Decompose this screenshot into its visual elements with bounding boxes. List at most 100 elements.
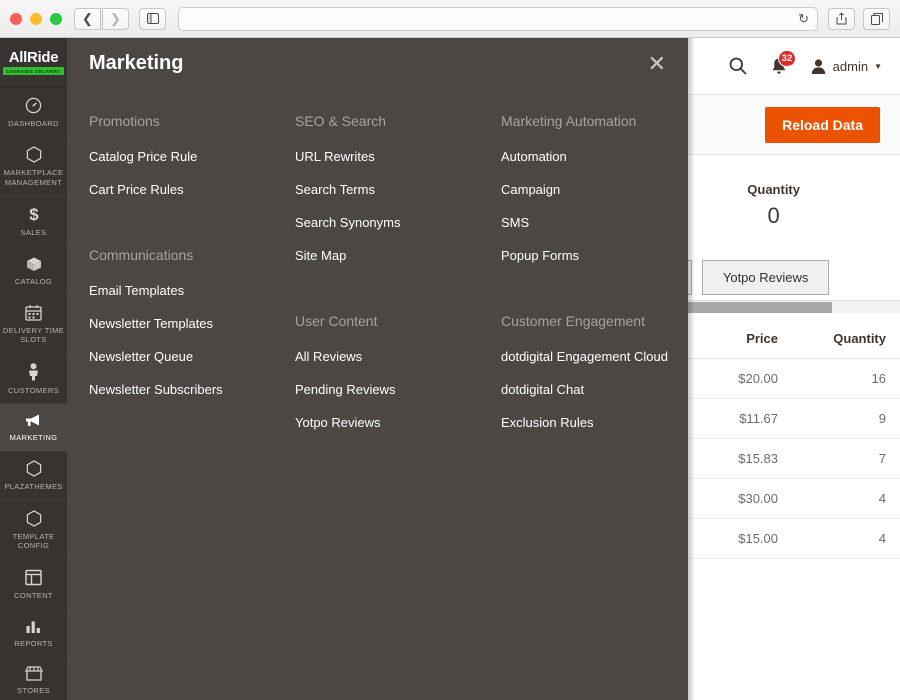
column-header-quantity[interactable]: Quantity xyxy=(792,327,900,359)
menu-group-marketing-automation: Marketing Automation Automation Campaign… xyxy=(501,113,707,263)
sidebar-item-marketing[interactable]: MARKETING xyxy=(0,404,67,452)
sidebar-item-delivery-time-slots[interactable]: DELIVERY TIME SLOTS xyxy=(0,295,67,354)
search-icon[interactable] xyxy=(728,56,748,76)
menu-link-newsletter-templates[interactable]: Newsletter Templates xyxy=(89,316,295,331)
sidebar-item-stores[interactable]: STORES xyxy=(0,657,67,700)
svg-text:$: $ xyxy=(29,205,39,223)
tab-yotpo-reviews[interactable]: Yotpo Reviews xyxy=(701,260,830,295)
marketing-mega-menu: Marketing ✕ Promotions Catalog Price Rul… xyxy=(67,38,688,700)
menu-link-search-synonyms[interactable]: Search Synonyms xyxy=(295,215,501,230)
reload-data-button[interactable]: Reload Data xyxy=(765,106,880,143)
reload-icon[interactable]: ↻ xyxy=(798,11,809,27)
cell-quantity: 16 xyxy=(792,358,900,399)
logo-wordmark: AllRide xyxy=(8,49,59,66)
sidebar-item-label: DELIVERY TIME SLOTS xyxy=(2,325,65,345)
address-bar[interactable]: ↻ xyxy=(178,6,818,31)
menu-link-email-templates[interactable]: Email Templates xyxy=(89,283,295,298)
kpi-value: 0 xyxy=(767,202,780,228)
menu-link-search-terms[interactable]: Search Terms xyxy=(295,182,501,197)
box-icon xyxy=(25,256,43,272)
cell-quantity: 9 xyxy=(792,398,900,439)
calendar-icon xyxy=(25,304,42,321)
sidebar-item-content[interactable]: CONTENT xyxy=(0,560,67,609)
sidebar-item-dashboard[interactable]: DASHBOARD xyxy=(0,88,67,137)
mega-menu-column-2: SEO & Search URL Rewrites Search Terms S… xyxy=(295,113,501,448)
dollar-icon: $ xyxy=(27,205,41,223)
sidebar-item-label: MARKETPLACE MANAGEMENT xyxy=(3,168,64,187)
layout-icon xyxy=(25,569,42,586)
hexagon-icon xyxy=(26,509,42,527)
menu-link-dotdigital-chat[interactable]: dotdigital Chat xyxy=(501,382,707,397)
cell-price: $15.00 xyxy=(687,518,792,559)
sidebar-item-plazathemes[interactable]: PLAZATHEMES xyxy=(0,451,67,500)
menu-link-campaign[interactable]: Campaign xyxy=(501,182,707,197)
sidebar-item-label: PLAZATHEMES xyxy=(4,482,63,492)
sidebar-item-label: REPORTS xyxy=(14,638,53,648)
person-icon xyxy=(27,362,40,381)
menu-group-promotions: Promotions Catalog Price Rule Cart Price… xyxy=(89,113,295,197)
menu-link-pending-reviews[interactable]: Pending Reviews xyxy=(295,382,501,397)
window-traffic-lights xyxy=(10,12,62,25)
notification-badge: 32 xyxy=(777,49,797,67)
kpi-quantity: Quantity 0 xyxy=(747,182,800,229)
sidebar-item-label: SALES xyxy=(20,228,47,238)
forward-button[interactable]: ❯ xyxy=(102,7,129,30)
mega-menu-columns: Promotions Catalog Price Rule Cart Price… xyxy=(89,113,707,448)
sidebar-item-reports[interactable]: REPORTS xyxy=(0,609,67,657)
menu-link-sms[interactable]: SMS xyxy=(501,215,707,230)
menu-link-newsletter-subscribers[interactable]: Newsletter Subscribers xyxy=(89,382,295,397)
mega-menu-shadow xyxy=(688,38,695,700)
tabs-icon[interactable] xyxy=(863,7,890,30)
menu-group-title: User Content xyxy=(295,313,378,329)
sidebar-toggle-icon[interactable] xyxy=(139,7,166,30)
sidebar-item-customers[interactable]: CUSTOMERS xyxy=(0,354,67,404)
megaphone-icon xyxy=(24,413,43,428)
bar-chart-icon xyxy=(25,618,42,634)
menu-link-exclusion-rules[interactable]: Exclusion Rules xyxy=(501,415,707,430)
sidebar-item-label: TEMPLATE CONFIG xyxy=(12,531,55,551)
minimize-window-button[interactable] xyxy=(30,12,42,25)
logo-tagline: CANNABIS DELIVERY xyxy=(3,67,64,75)
browser-right-buttons xyxy=(828,7,890,30)
menu-group-title: Communications xyxy=(89,247,194,263)
mega-menu-column-1: Promotions Catalog Price Rule Cart Price… xyxy=(89,113,295,448)
store-icon xyxy=(24,666,43,681)
sidebar-item-template-config[interactable]: TEMPLATE CONFIG xyxy=(0,501,67,560)
menu-link-automation[interactable]: Automation xyxy=(501,149,707,164)
menu-group-title: SEO & Search xyxy=(295,113,387,129)
share-icon[interactable] xyxy=(828,7,855,30)
mega-menu-column-3: Marketing Automation Automation Campaign… xyxy=(501,113,707,448)
admin-user-label: admin xyxy=(832,58,869,74)
menu-link-newsletter-queue[interactable]: Newsletter Queue xyxy=(89,349,295,364)
menu-group-seo-search: SEO & Search URL Rewrites Search Terms S… xyxy=(295,113,501,263)
menu-link-yotpo-reviews[interactable]: Yotpo Reviews xyxy=(295,415,501,430)
admin-sidebar: AllRide CANNABIS DELIVERY DASHBOARD MARK… xyxy=(0,38,67,700)
back-button[interactable]: ❮ xyxy=(74,7,101,30)
menu-link-dotdigital-engagement-cloud[interactable]: dotdigital Engagement Cloud xyxy=(501,349,707,364)
menu-group-customer-engagement: Customer Engagement dotdigital Engagemen… xyxy=(501,313,707,430)
menu-link-cart-price-rules[interactable]: Cart Price Rules xyxy=(89,182,295,197)
menu-link-site-map[interactable]: Site Map xyxy=(295,248,501,263)
menu-link-popup-forms[interactable]: Popup Forms xyxy=(501,248,707,263)
admin-user-menu[interactable]: admin ▼ xyxy=(810,58,882,75)
gauge-icon xyxy=(25,97,42,114)
sidebar-item-marketplace-management[interactable]: MARKETPLACE MANAGEMENT xyxy=(0,137,67,196)
menu-link-url-rewrites[interactable]: URL Rewrites xyxy=(295,149,501,164)
menu-group-communications: Communications Email Templates Newslette… xyxy=(89,247,295,397)
menu-link-catalog-price-rule[interactable]: Catalog Price Rule xyxy=(89,149,295,164)
close-window-button[interactable] xyxy=(10,12,22,25)
maximize-window-button[interactable] xyxy=(50,12,62,25)
sidebar-item-label: CATALOG xyxy=(14,276,53,286)
close-icon[interactable]: ✕ xyxy=(648,53,666,75)
sidebar-item-label: STORES xyxy=(17,686,50,696)
brand-logo[interactable]: AllRide CANNABIS DELIVERY xyxy=(0,38,67,88)
notifications-button[interactable]: 32 xyxy=(770,49,797,76)
sidebar-item-sales[interactable]: $ SALES xyxy=(0,196,67,246)
kpi-label: Quantity xyxy=(747,181,800,197)
chevron-down-icon: ▼ xyxy=(874,61,882,71)
cell-quantity: 7 xyxy=(792,438,900,479)
sidebar-item-label: CUSTOMERS xyxy=(8,385,59,395)
menu-group-title: Promotions xyxy=(89,113,160,129)
menu-link-all-reviews[interactable]: All Reviews xyxy=(295,349,501,364)
sidebar-item-catalog[interactable]: CATALOG xyxy=(0,247,67,295)
